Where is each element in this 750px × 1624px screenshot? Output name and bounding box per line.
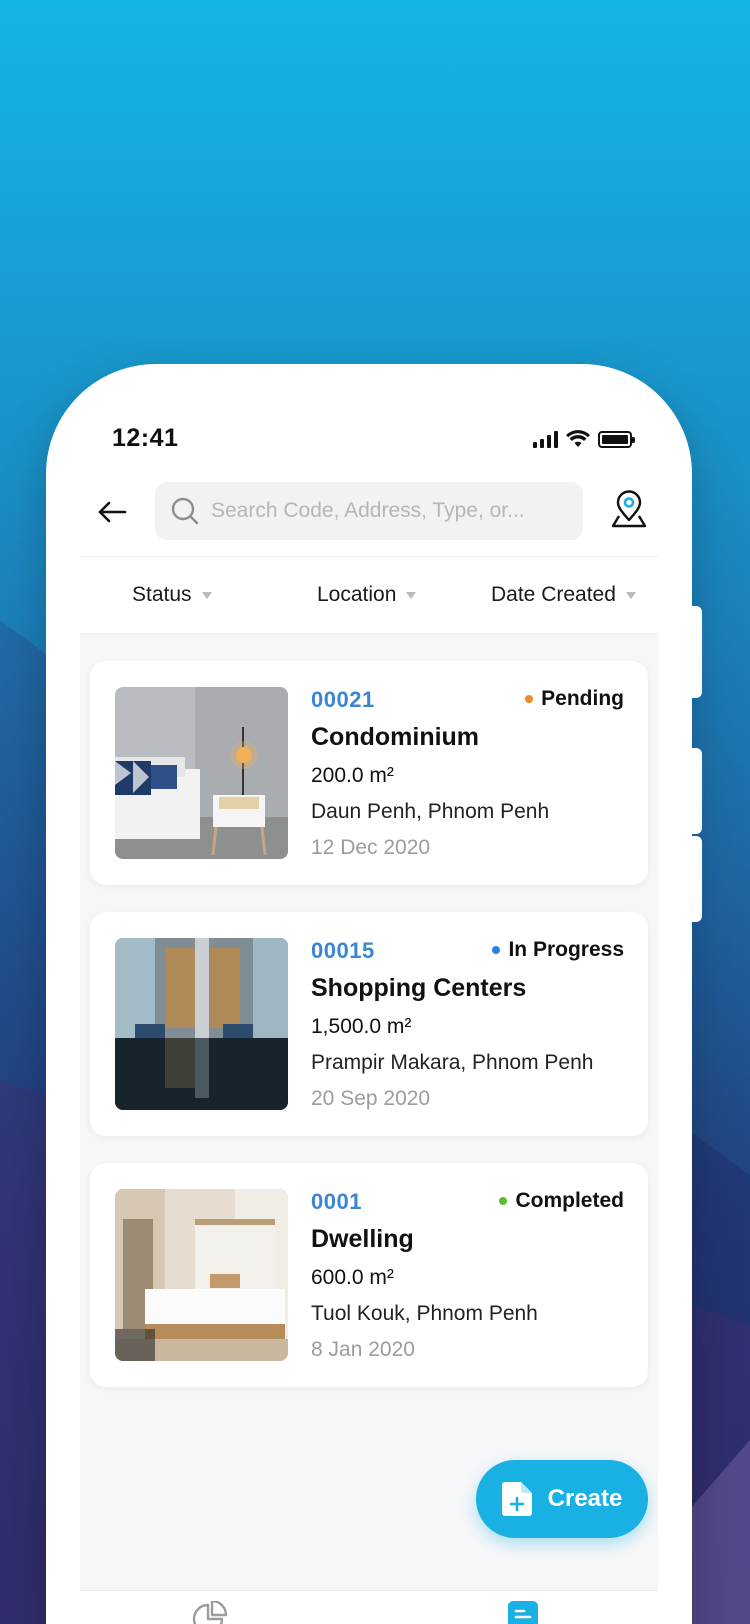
status-dot — [492, 946, 501, 954]
status-icons — [533, 430, 635, 448]
property-date: 20 Sep 2020 — [311, 1087, 431, 1110]
caret-down-icon — [406, 591, 417, 599]
battery-icon — [598, 430, 635, 448]
create-button[interactable]: Create — [476, 1460, 648, 1538]
status-filter[interactable]: Status — [132, 583, 212, 607]
property-type: Shopping Centers — [311, 974, 527, 1002]
create-label: Create — [547, 1485, 623, 1512]
status-label: Pending — [541, 687, 624, 710]
status-label: In Progress — [508, 938, 624, 961]
back-button[interactable] — [92, 492, 132, 532]
property-card[interactable]: 00015 In Progress Shopping Centers 1,500… — [90, 912, 648, 1136]
wifi-icon — [566, 430, 590, 447]
map-pin-icon — [611, 490, 647, 528]
property-image — [115, 938, 288, 1110]
property-info: 00015 In Progress Shopping Centers 1,500… — [311, 938, 624, 1111]
search-header — [80, 480, 658, 556]
property-type: Condominium — [311, 723, 480, 751]
property-info: 0001 Completed Dwelling 600.0 m² Tuol Ko… — [311, 1189, 624, 1362]
app-screen: 12:41 Search Code, Address, Type, or... … — [80, 400, 658, 1624]
property-date: 8 Jan 2020 — [311, 1338, 415, 1361]
document-icon — [508, 1601, 538, 1624]
bottom-tab-bar — [80, 1590, 658, 1624]
search-icon — [171, 497, 199, 525]
status-badge: Pending — [525, 687, 624, 711]
search-bar[interactable] — [155, 482, 583, 540]
phone-side-button — [690, 836, 702, 922]
property-card[interactable]: 0001 Completed Dwelling 600.0 m² Tuol Ko… — [90, 1163, 648, 1387]
property-type: Dwelling — [311, 1225, 414, 1253]
filter-label: Location — [317, 583, 397, 606]
status-bar: 12:41 — [80, 400, 658, 480]
status-badge: Completed — [499, 1189, 624, 1213]
search-input[interactable] — [211, 499, 571, 523]
caret-down-icon — [625, 591, 636, 599]
property-card[interactable]: 00021 Pending Condominium 200.0 m² Daun … — [90, 661, 648, 885]
filter-label: Status — [132, 583, 192, 606]
property-area: 200.0 m² — [311, 764, 394, 787]
property-address: Prampir Makara, Phnom Penh — [311, 1051, 594, 1074]
pie-chart-icon — [192, 1599, 228, 1624]
status-time: 12:41 — [112, 424, 179, 452]
status-dot — [525, 695, 534, 703]
property-area: 600.0 m² — [311, 1266, 394, 1289]
filter-bar: Status Location Date Created — [80, 556, 658, 634]
add-document-icon — [501, 1482, 532, 1516]
status-badge: In Progress — [492, 938, 624, 962]
property-address: Daun Penh, Phnom Penh — [311, 800, 550, 823]
property-info: 00021 Pending Condominium 200.0 m² Daun … — [311, 687, 624, 860]
location-filter[interactable]: Location — [317, 583, 417, 607]
cellular-signal-icon — [533, 430, 558, 448]
phone-side-button — [690, 748, 702, 834]
status-label: Completed — [515, 1189, 624, 1212]
tab-documents[interactable] — [508, 1601, 538, 1624]
tab-dashboard[interactable] — [192, 1599, 228, 1624]
property-image — [115, 687, 288, 859]
status-dot — [499, 1197, 508, 1205]
filter-label: Date Created — [491, 583, 616, 606]
property-area: 1,500.0 m² — [311, 1015, 412, 1038]
arrow-left-icon — [98, 501, 127, 523]
property-date: 12 Dec 2020 — [311, 836, 431, 859]
map-location-button[interactable] — [608, 488, 650, 532]
property-address: Tuol Kouk, Phnom Penh — [311, 1302, 538, 1325]
date-created-filter[interactable]: Date Created — [491, 583, 636, 607]
phone-side-button — [690, 606, 702, 698]
caret-down-icon — [201, 591, 212, 599]
property-image — [115, 1189, 288, 1361]
